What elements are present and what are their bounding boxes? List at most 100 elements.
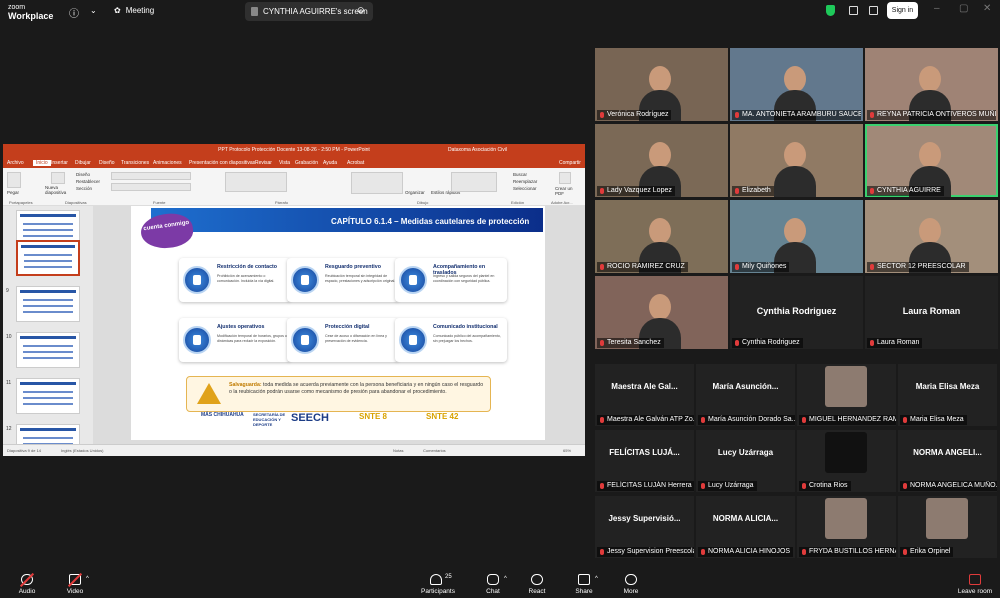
ppt-tab-8[interactable]: Revisar: [255, 160, 272, 166]
screen-share-tab[interactable]: CYNTHIA AGUIRRE's screen ⊙: [245, 2, 373, 21]
participant-tile[interactable]: Crotina Rios: [797, 430, 896, 492]
participant-tile[interactable]: Teresita Sanchez: [595, 276, 728, 349]
chat-button[interactable]: Chat ^: [470, 571, 516, 598]
maximize-icon[interactable]: ▢: [959, 3, 968, 14]
ppt-tab-12[interactable]: Acrobat: [347, 160, 364, 166]
measure-card: Acompañamiento en traslados Ingreso y sal…: [395, 258, 507, 302]
sign-in-button[interactable]: Sign in: [887, 2, 918, 19]
participant-tile[interactable]: ROCIO RAMIREZ CRUZ: [595, 200, 728, 273]
meeting-button[interactable]: ✿ Meeting: [114, 6, 154, 15]
participant-tile[interactable]: MA. ANTONIETA ARAMBURU SAUCEDO: [730, 48, 863, 121]
info-icon[interactable]: ⓘ: [69, 5, 79, 20]
audio-button[interactable]: Audio: [4, 571, 50, 598]
participant-tile[interactable]: Maestra Ale Gal... Maestra Ale Galván ATP…: [595, 364, 694, 426]
paw-icon: ✿: [114, 6, 121, 15]
create-pdf-icon[interactable]: [559, 172, 571, 184]
paste-icon[interactable]: [7, 172, 21, 188]
minimize-icon[interactable]: –: [934, 3, 940, 14]
ppt-tab-1[interactable]: Inicio: [33, 160, 51, 166]
ppt-tab-2[interactable]: Insertar: [51, 160, 68, 166]
magic-icon[interactable]: [849, 6, 858, 15]
share-button[interactable]: Share ^: [561, 571, 607, 598]
participant-avatar: [825, 366, 867, 407]
screen-icon: [251, 7, 258, 16]
participant-tile[interactable]: CYNTHIA AGUIRRE: [865, 124, 998, 197]
react-button[interactable]: React: [514, 571, 560, 598]
more-options-icon[interactable]: ⊙: [357, 5, 365, 16]
participant-tile[interactable]: NORMA ANGELI... NORMA ANGELICA MUÑO...: [898, 430, 997, 492]
measure-card: Restricción de contacto Prohibición de ac…: [179, 258, 291, 302]
slide-number: 11: [6, 380, 12, 386]
more-button[interactable]: More: [608, 571, 654, 598]
participant-tile[interactable]: Laura Roman Laura Roman: [865, 276, 998, 349]
card-title: Resguardo preventivo: [325, 264, 381, 270]
participant-tile[interactable]: Lucy Uzárraga Lucy Uzárraga: [696, 430, 795, 492]
ppt-tab-7[interactable]: Presentación con diapositivas: [189, 160, 255, 166]
logo-mas-chihuahua: MÁS CHIHUAHUA: [201, 412, 244, 418]
participant-tile[interactable]: Verónica Rodríguez: [595, 48, 728, 121]
participant-tile[interactable]: Erika Orpinel: [898, 496, 997, 558]
notes-button[interactable]: Notas: [393, 448, 403, 453]
participant-tile[interactable]: NORMA ALICIA... NORMA ALICIA HINOJOS: [696, 496, 795, 558]
slide-thumbnail[interactable]: [16, 378, 80, 414]
leave-room-button[interactable]: Leave room: [952, 571, 998, 598]
font-format[interactable]: [111, 183, 191, 191]
participant-tile[interactable]: Cynthia Rodriguez Cynthia Rodriguez: [730, 276, 863, 349]
share-options-icon[interactable]: ^: [595, 576, 598, 582]
chevron-down-icon[interactable]: ⌄: [90, 6, 97, 15]
measure-card: Protección digital Cese de acoso o difama…: [287, 318, 399, 362]
replace-label[interactable]: Reemplazar: [513, 179, 537, 184]
ribbon-group-label: Edición: [511, 200, 525, 205]
ppt-tab-11[interactable]: Ayuda: [323, 160, 337, 166]
participant-tile[interactable]: María Asunción... María Asunción Dorado S…: [696, 364, 795, 426]
slide-thumbnail[interactable]: [16, 286, 80, 322]
card-title: Protección digital: [325, 324, 370, 330]
ppt-tab-6[interactable]: Animaciones: [153, 160, 182, 166]
ppt-tab-3[interactable]: Dibujar: [75, 160, 91, 166]
new-slide-icon[interactable]: [51, 172, 65, 184]
participant-tile[interactable]: MIGUEL HERNANDEZ RAM...: [797, 364, 896, 426]
participant-tile[interactable]: FRYDA BUSTILLOS HERNAN...: [797, 496, 896, 558]
find-label[interactable]: Buscar: [513, 172, 527, 177]
participant-tile[interactable]: Maria Elisa Meza Maria Elisa Meza: [898, 364, 997, 426]
slide-thumbnail[interactable]: [16, 332, 80, 368]
card-description: Ingreso y salida seguros del plantel en …: [433, 274, 495, 283]
slide-thumbnail[interactable]: [16, 240, 80, 276]
react-label: React: [528, 588, 546, 595]
participant-tile[interactable]: Jessy Supervisió... Jessy Supervision Pre…: [595, 496, 694, 558]
participant-tile[interactable]: Mily Quiñones: [730, 200, 863, 273]
participant-tile[interactable]: Lady Vazquez Lopez: [595, 124, 728, 197]
shape-format[interactable]: [451, 172, 497, 192]
ppt-tab-13[interactable]: Compartir: [559, 160, 581, 166]
ppt-tab-9[interactable]: Vista: [279, 160, 290, 166]
ppt-tab-10[interactable]: Grabación: [295, 160, 318, 166]
participant-tile[interactable]: SECTOR 12 PREESCOLAR: [865, 200, 998, 273]
ppt-tab-0[interactable]: Archivo: [7, 160, 24, 166]
section-label[interactable]: Sección: [76, 186, 92, 191]
participants-button[interactable]: 25 Participants: [413, 571, 463, 598]
select-label[interactable]: Seleccionar: [513, 186, 537, 191]
shapes-gallery[interactable]: [351, 172, 403, 194]
reset-label[interactable]: Restablecer: [76, 179, 100, 184]
video-button[interactable]: Video ^: [52, 571, 98, 598]
video-options-icon[interactable]: ^: [86, 576, 89, 582]
chat-options-icon[interactable]: ^: [504, 576, 507, 582]
ppt-tab-5[interactable]: Transiciones: [121, 160, 149, 166]
chat-label: Chat: [486, 588, 500, 595]
shield-icon[interactable]: [826, 5, 835, 16]
participant-tile[interactable]: REYNA PATRICIA ONTIVEROS MUÑIZ: [865, 48, 998, 121]
organize-label[interactable]: Organizar: [405, 190, 425, 195]
card-description: Reubicación temporal sin integridad de e…: [325, 274, 396, 283]
layout-label[interactable]: Diseño: [76, 172, 90, 177]
paragraph-tools[interactable]: [225, 172, 287, 192]
close-icon[interactable]: ✕: [983, 3, 991, 14]
participant-tile[interactable]: Elizabeth: [730, 124, 863, 197]
card-description: Prohibición de acercamiento o comunicaci…: [217, 274, 275, 283]
font-selector[interactable]: [111, 172, 191, 180]
ppt-tab-4[interactable]: Diseño: [99, 160, 115, 166]
zoom-level[interactable]: 65%: [563, 448, 571, 453]
comments-button[interactable]: Comentarios: [423, 448, 446, 453]
slide-number: 9: [6, 288, 9, 294]
participant-tile[interactable]: FELÍCITAS LUJÁ... FELÍCITAS LUJÁN Herrera: [595, 430, 694, 492]
layout-icon[interactable]: [869, 6, 878, 15]
